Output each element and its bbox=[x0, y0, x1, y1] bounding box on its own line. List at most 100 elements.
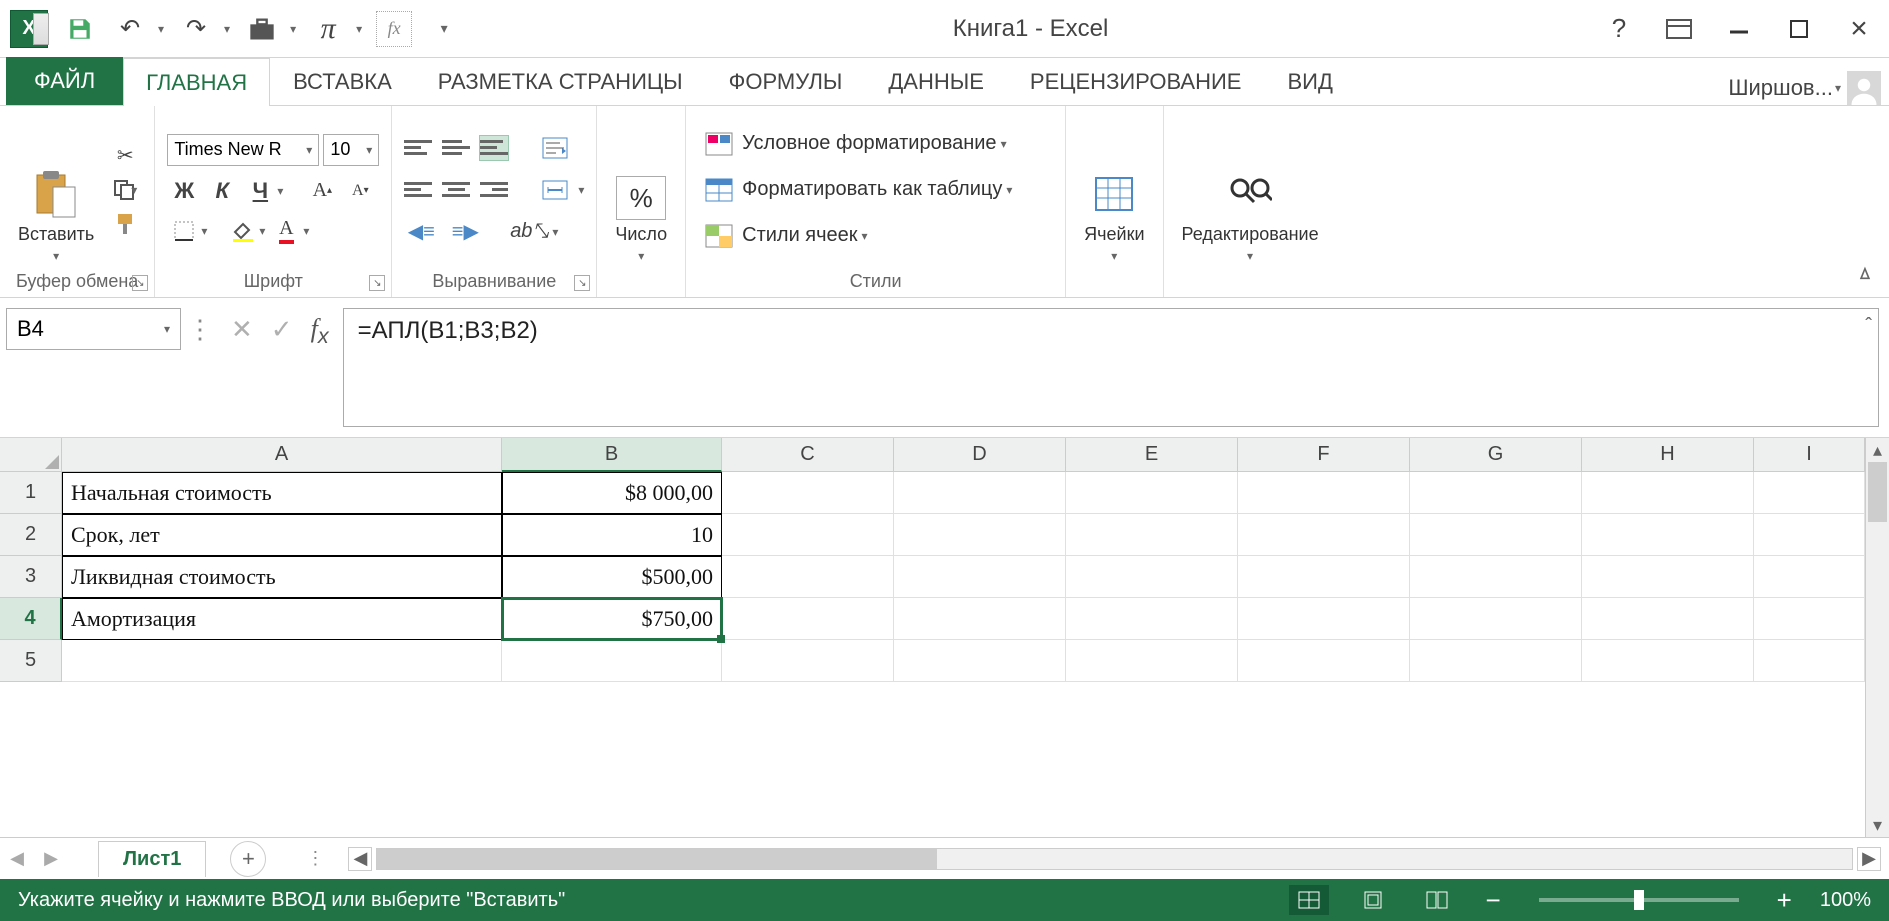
align-center-button[interactable] bbox=[442, 178, 470, 202]
tab-view[interactable]: ВИД bbox=[1264, 57, 1355, 105]
number-format-button[interactable]: % Число ▾ bbox=[609, 112, 673, 267]
cell-F2[interactable] bbox=[1238, 514, 1410, 556]
cell-A4[interactable]: Амортизация bbox=[62, 598, 502, 640]
equation-icon[interactable]: π bbox=[310, 11, 346, 47]
undo-button[interactable]: ↶ bbox=[112, 11, 148, 47]
cell-A5[interactable] bbox=[62, 640, 502, 682]
sheet-nav-next[interactable]: ▶ bbox=[34, 848, 68, 869]
align-top-button[interactable] bbox=[404, 136, 432, 160]
cell-D4[interactable] bbox=[894, 598, 1066, 640]
copy-button[interactable]: ▾ bbox=[108, 175, 142, 205]
ribbon-display-button[interactable] bbox=[1659, 9, 1699, 49]
underline-button[interactable]: Ч bbox=[243, 176, 277, 206]
cell-C5[interactable] bbox=[722, 640, 894, 682]
file-tab[interactable]: ФАЙЛ bbox=[6, 57, 123, 105]
tab-data[interactable]: ДАННЫЕ bbox=[865, 57, 1007, 105]
cell-E4[interactable] bbox=[1066, 598, 1238, 640]
paste-button[interactable]: Вставить ▾ bbox=[12, 112, 100, 267]
font-size-combo[interactable]: 10▾ bbox=[323, 134, 379, 166]
select-all-button[interactable] bbox=[0, 438, 62, 472]
close-button[interactable]: × bbox=[1839, 9, 1879, 49]
cells-button[interactable]: Ячейки▾ bbox=[1078, 112, 1150, 267]
col-header-E[interactable]: E bbox=[1066, 438, 1238, 472]
align-right-button[interactable] bbox=[480, 178, 508, 202]
dropdown-arrow-icon[interactable]: ▾ bbox=[158, 22, 164, 36]
scroll-down-icon[interactable]: ▾ bbox=[1866, 813, 1889, 837]
cell-C1[interactable] bbox=[722, 472, 894, 514]
cancel-icon[interactable]: ✕ bbox=[231, 314, 253, 345]
scroll-up-icon[interactable]: ▴ bbox=[1866, 438, 1889, 462]
cell-C3[interactable] bbox=[722, 556, 894, 598]
scroll-left-icon[interactable]: ◀ bbox=[348, 847, 372, 871]
cell-D1[interactable] bbox=[894, 472, 1066, 514]
expand-formula-bar-icon[interactable]: ˆ bbox=[1865, 315, 1872, 338]
cell-B3[interactable]: $500,00 bbox=[502, 556, 722, 598]
cell-E5[interactable] bbox=[1066, 640, 1238, 682]
cut-button[interactable]: ✂ bbox=[108, 141, 142, 171]
increase-indent-button[interactable]: ≡▶ bbox=[448, 217, 482, 247]
cell-A3[interactable]: Ликвидная стоимость bbox=[62, 556, 502, 598]
cell-F5[interactable] bbox=[1238, 640, 1410, 682]
dialog-launcher-icon[interactable]: ↘ bbox=[132, 275, 148, 291]
cell-F4[interactable] bbox=[1238, 598, 1410, 640]
insert-function-icon[interactable]: fx bbox=[311, 314, 329, 349]
dropdown-arrow-icon[interactable]: ▾ bbox=[259, 224, 265, 238]
cell-H5[interactable] bbox=[1582, 640, 1754, 682]
decrease-indent-button[interactable]: ◀≡ bbox=[404, 217, 438, 247]
orientation-button[interactable]: ab⤡ bbox=[512, 217, 546, 247]
cell-A2[interactable]: Срок, лет bbox=[62, 514, 502, 556]
cell-G3[interactable] bbox=[1410, 556, 1582, 598]
merge-center-button[interactable] bbox=[538, 175, 572, 205]
dropdown-arrow-icon[interactable]: ▾ bbox=[356, 22, 362, 36]
cell-I4[interactable] bbox=[1754, 598, 1865, 640]
dropdown-arrow-icon[interactable]: ▾ bbox=[1835, 81, 1841, 95]
grow-font-button[interactable]: A▴ bbox=[305, 176, 339, 206]
excel-icon[interactable]: X bbox=[10, 10, 48, 48]
bold-button[interactable]: Ж bbox=[167, 176, 201, 206]
user-avatar[interactable] bbox=[1847, 71, 1881, 105]
cell-C2[interactable] bbox=[722, 514, 894, 556]
cell-H3[interactable] bbox=[1582, 556, 1754, 598]
cell-B4[interactable]: $750,00 bbox=[502, 598, 722, 640]
cell-F1[interactable] bbox=[1238, 472, 1410, 514]
cell-I2[interactable] bbox=[1754, 514, 1865, 556]
dropdown-arrow-icon[interactable]: ▾ bbox=[303, 224, 309, 238]
row-header[interactable]: 4 bbox=[0, 598, 62, 640]
cell-D2[interactable] bbox=[894, 514, 1066, 556]
horizontal-scrollbar[interactable] bbox=[376, 848, 1853, 870]
dropdown-arrow-icon[interactable]: ▾ bbox=[578, 183, 584, 197]
row-header[interactable]: 1 bbox=[0, 472, 62, 514]
format-as-table-button[interactable]: Форматировать как таблицу▾ bbox=[698, 168, 1053, 212]
tab-formulas[interactable]: ФОРМУЛЫ bbox=[706, 57, 866, 105]
maximize-button[interactable] bbox=[1779, 9, 1819, 49]
align-bottom-button[interactable] bbox=[480, 136, 508, 160]
scroll-right-icon[interactable]: ▶ bbox=[1857, 847, 1881, 871]
zoom-in-button[interactable]: + bbox=[1773, 885, 1796, 916]
col-header-B[interactable]: B bbox=[502, 438, 722, 472]
col-header-G[interactable]: G bbox=[1410, 438, 1582, 472]
view-normal-button[interactable] bbox=[1289, 885, 1329, 915]
format-painter-button[interactable] bbox=[108, 209, 142, 239]
sheet-nav-prev[interactable]: ◀ bbox=[0, 848, 34, 869]
align-left-button[interactable] bbox=[404, 178, 432, 202]
cell-G5[interactable] bbox=[1410, 640, 1582, 682]
hscroll-options-icon[interactable]: ⋮ bbox=[306, 848, 324, 869]
align-middle-button[interactable] bbox=[442, 136, 470, 160]
dropdown-arrow-icon[interactable]: ▾ bbox=[290, 22, 296, 36]
row-header[interactable]: 2 bbox=[0, 514, 62, 556]
scroll-thumb[interactable] bbox=[377, 849, 937, 869]
cell-styles-button[interactable]: Стили ячеек▾ bbox=[698, 214, 1053, 258]
minimize-button[interactable] bbox=[1719, 9, 1759, 49]
tab-insert[interactable]: ВСТАВКА bbox=[270, 57, 415, 105]
col-header-I[interactable]: I bbox=[1754, 438, 1865, 472]
zoom-level[interactable]: 100% bbox=[1820, 889, 1871, 912]
dialog-launcher-icon[interactable]: ↘ bbox=[574, 275, 590, 291]
cell-A1[interactable]: Начальная стоимость bbox=[62, 472, 502, 514]
vertical-scrollbar[interactable]: ▴ ▾ bbox=[1865, 438, 1889, 837]
cell-E1[interactable] bbox=[1066, 472, 1238, 514]
find-select-button[interactable]: Редактирование▾ bbox=[1176, 112, 1325, 267]
cell-G1[interactable] bbox=[1410, 472, 1582, 514]
formula-input[interactable]: =АПЛ(B1;B3;B2) ˆ bbox=[343, 308, 1879, 427]
wrap-text-button[interactable] bbox=[538, 133, 572, 163]
font-name-combo[interactable]: Times New R▾ bbox=[167, 134, 319, 166]
